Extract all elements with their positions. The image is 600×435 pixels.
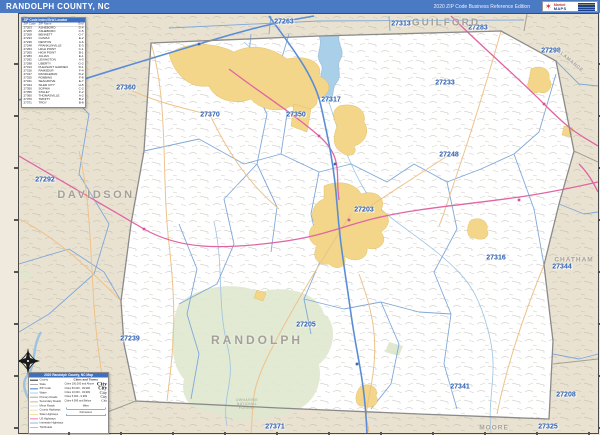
map-sheet: RANDOLPH COUNTY, NC 2020 ZIP Code Busine… (0, 0, 600, 435)
legend-swatch (30, 401, 38, 403)
legend-line-item: Toll Roads (30, 425, 64, 429)
zip-label-27350: 27350 (286, 111, 306, 119)
legend-item-label: County Highways (39, 408, 61, 412)
legend-item-label: Primary Roads (39, 395, 58, 399)
legend-swatch (30, 409, 38, 411)
zip-label-27248: 27248 (439, 151, 459, 159)
legend-item-label: Minor Roads (39, 404, 55, 408)
legend-swatch (30, 413, 38, 416)
city-class-sample: City (101, 399, 107, 403)
zip-table-cell: TROY (38, 101, 47, 105)
county-label-davidson: DAVIDSON (57, 189, 135, 201)
zip-label-27263: 27263 (274, 18, 294, 26)
county-label-guilford: GUILFORD (411, 17, 481, 29)
county-label-moore: MOORE (479, 424, 509, 432)
legend-swatch (30, 422, 38, 424)
county-label-randolph: RANDOLPH (211, 333, 303, 347)
legend-swatch (30, 379, 38, 381)
zip-label-27205: 27205 (296, 321, 316, 329)
map-legend: 2020 Randolph County, NC Map County State… (28, 372, 109, 434)
city-class-label: Cities 50,000 - 99,999 (64, 386, 90, 390)
city-class-label: Cities 5,000 - 9,999 (64, 395, 88, 399)
zip-label-27370: 27370 (200, 111, 220, 119)
zip-label-27317: 27317 (321, 96, 341, 104)
city-class-label: Cities 100,000 and Above (64, 382, 95, 386)
legend-swatch (30, 392, 38, 394)
legend-swatch (30, 396, 38, 398)
zip-table-cell: B-8 (78, 101, 84, 105)
legend-item-label: State (39, 382, 46, 386)
zip-label-27344: 27344 (552, 263, 572, 271)
scale-bar-kilometers: Kilometers (65, 411, 107, 416)
zip-label-27325: 27325 (538, 423, 558, 431)
title-bar: RANDOLPH COUNTY, NC 2020 ZIP Code Busine… (0, 0, 600, 13)
forest-label-line: FOREST (238, 406, 256, 410)
grid-ticks-left (14, 13, 18, 432)
legend-item-label: Toll Roads (39, 425, 53, 429)
zip-table-row: 27371 TROY B-8 (22, 102, 85, 106)
legend-city-row: Cities 4,999 and Below City (65, 399, 107, 403)
logo-fineprint-block (578, 2, 595, 11)
publisher-logo: ✶ Market MAPS (542, 1, 598, 12)
legend-line-items: County State ZIP Code Water Primary Roads Sec… (30, 378, 64, 430)
zip-label-27341: 27341 (450, 383, 470, 391)
zip-label-27371: 27371 (265, 423, 285, 431)
legend-item-label: Interstate Highways (39, 421, 64, 425)
legend-item-label: Secondary Roads (39, 400, 61, 404)
starburst-icon: ✶ (545, 1, 552, 11)
zip-table-rows: 27203 ASHEBORO D-4 27205 ASHEBORO C-5 27208 BEN… (22, 27, 85, 106)
city-class-label: Cities 4,999 and Below (64, 399, 92, 403)
map-canvas: 27263 27313 27283 27298 27233 27360 27317 27350… (18, 13, 599, 434)
zip-label-27292: 27292 (35, 176, 55, 184)
zip-label-27360: 27360 (116, 84, 136, 92)
brand-name: Market MAPS (553, 2, 567, 11)
legend-swatch (30, 418, 38, 420)
zip-label-27233: 27233 (435, 79, 455, 87)
legend-item-label: US Highways (39, 417, 56, 421)
zip-label-27208: 27208 (556, 391, 576, 399)
county-label-chatham: CHATHAM (554, 256, 594, 264)
map-art (19, 14, 598, 433)
page-title: RANDOLPH COUNTY, NC (6, 2, 111, 11)
legend-swatch (30, 405, 38, 407)
legend-swatch (30, 426, 38, 429)
zip-label-27316: 27316 (486, 254, 506, 262)
legend-item-label: Water (39, 391, 47, 395)
legend-item-label: ZIP Code (39, 387, 51, 391)
zip-label-27239: 27239 (120, 335, 140, 343)
legend-item-label: State Highways (39, 413, 59, 417)
edition-label: 2020 ZIP Code Business Reference Edition (433, 3, 530, 10)
zip-table-cell: 27371 (23, 101, 32, 105)
zip-code-index: ZIP Code Index/Grid Locator ZIP Code ZIP… (21, 17, 86, 108)
zip-label-27313: 27313 (391, 20, 411, 28)
legend-swatch (30, 383, 38, 386)
legend-item-label: County (39, 378, 49, 382)
forest-label: UWHARRIE NATIONAL FOREST (236, 398, 258, 410)
zip-label-27203: 27203 (354, 206, 374, 214)
legend-city-classes: Cities 100,000 and Above City Cities 50,00… (64, 381, 107, 403)
legend-swatch (30, 388, 38, 390)
scale-bar-miles: Miles (65, 404, 107, 410)
city-class-label: Cities 10,000 - 49,999 (64, 390, 90, 394)
